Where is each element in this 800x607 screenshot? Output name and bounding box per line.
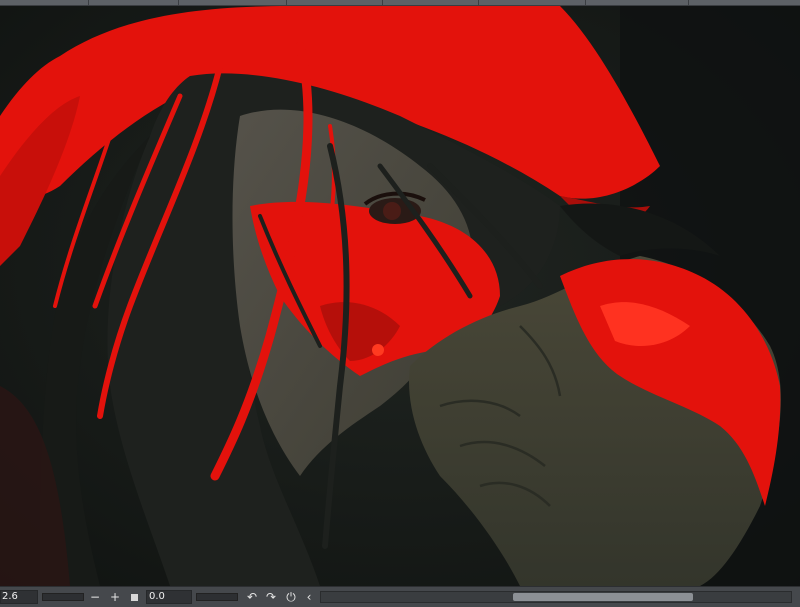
zoom-slider[interactable] <box>42 593 84 601</box>
square-icon <box>130 594 138 601</box>
rotate-left-button[interactable]: ↶ <box>245 590 259 604</box>
rotate-right-icon: ↷ <box>265 590 277 604</box>
rotation-angle-field[interactable]: 0.0 <box>146 590 192 604</box>
app-window: 2.6 − + 0.0 ↶ ↷ ⏻ ‹ <box>0 0 800 607</box>
reset-rotation-icon: ⏻ <box>286 590 296 604</box>
status-bar: 2.6 − + 0.0 ↶ ↷ ⏻ ‹ <box>0 586 800 607</box>
zoom-out-button[interactable]: − <box>88 590 102 604</box>
zoom-value-field[interactable]: 2.6 <box>0 590 38 604</box>
rotation-slider[interactable] <box>196 593 238 601</box>
flip-button[interactable]: ‹ <box>302 590 316 604</box>
rotate-left-icon: ↶ <box>246 590 258 604</box>
fit-to-window-button[interactable] <box>127 590 141 604</box>
minus-icon: − <box>89 590 101 604</box>
plus-icon: + <box>109 590 121 604</box>
horizontal-scrollbar[interactable] <box>320 591 792 603</box>
reset-rotation-button[interactable]: ⏻ <box>284 590 298 604</box>
zoom-in-button[interactable]: + <box>108 590 122 604</box>
rotate-right-button[interactable]: ↷ <box>264 590 278 604</box>
artwork <box>0 6 800 586</box>
drawing-canvas[interactable] <box>0 6 800 586</box>
scrollbar-thumb[interactable] <box>513 593 693 601</box>
chevron-left-icon: ‹ <box>306 590 312 604</box>
